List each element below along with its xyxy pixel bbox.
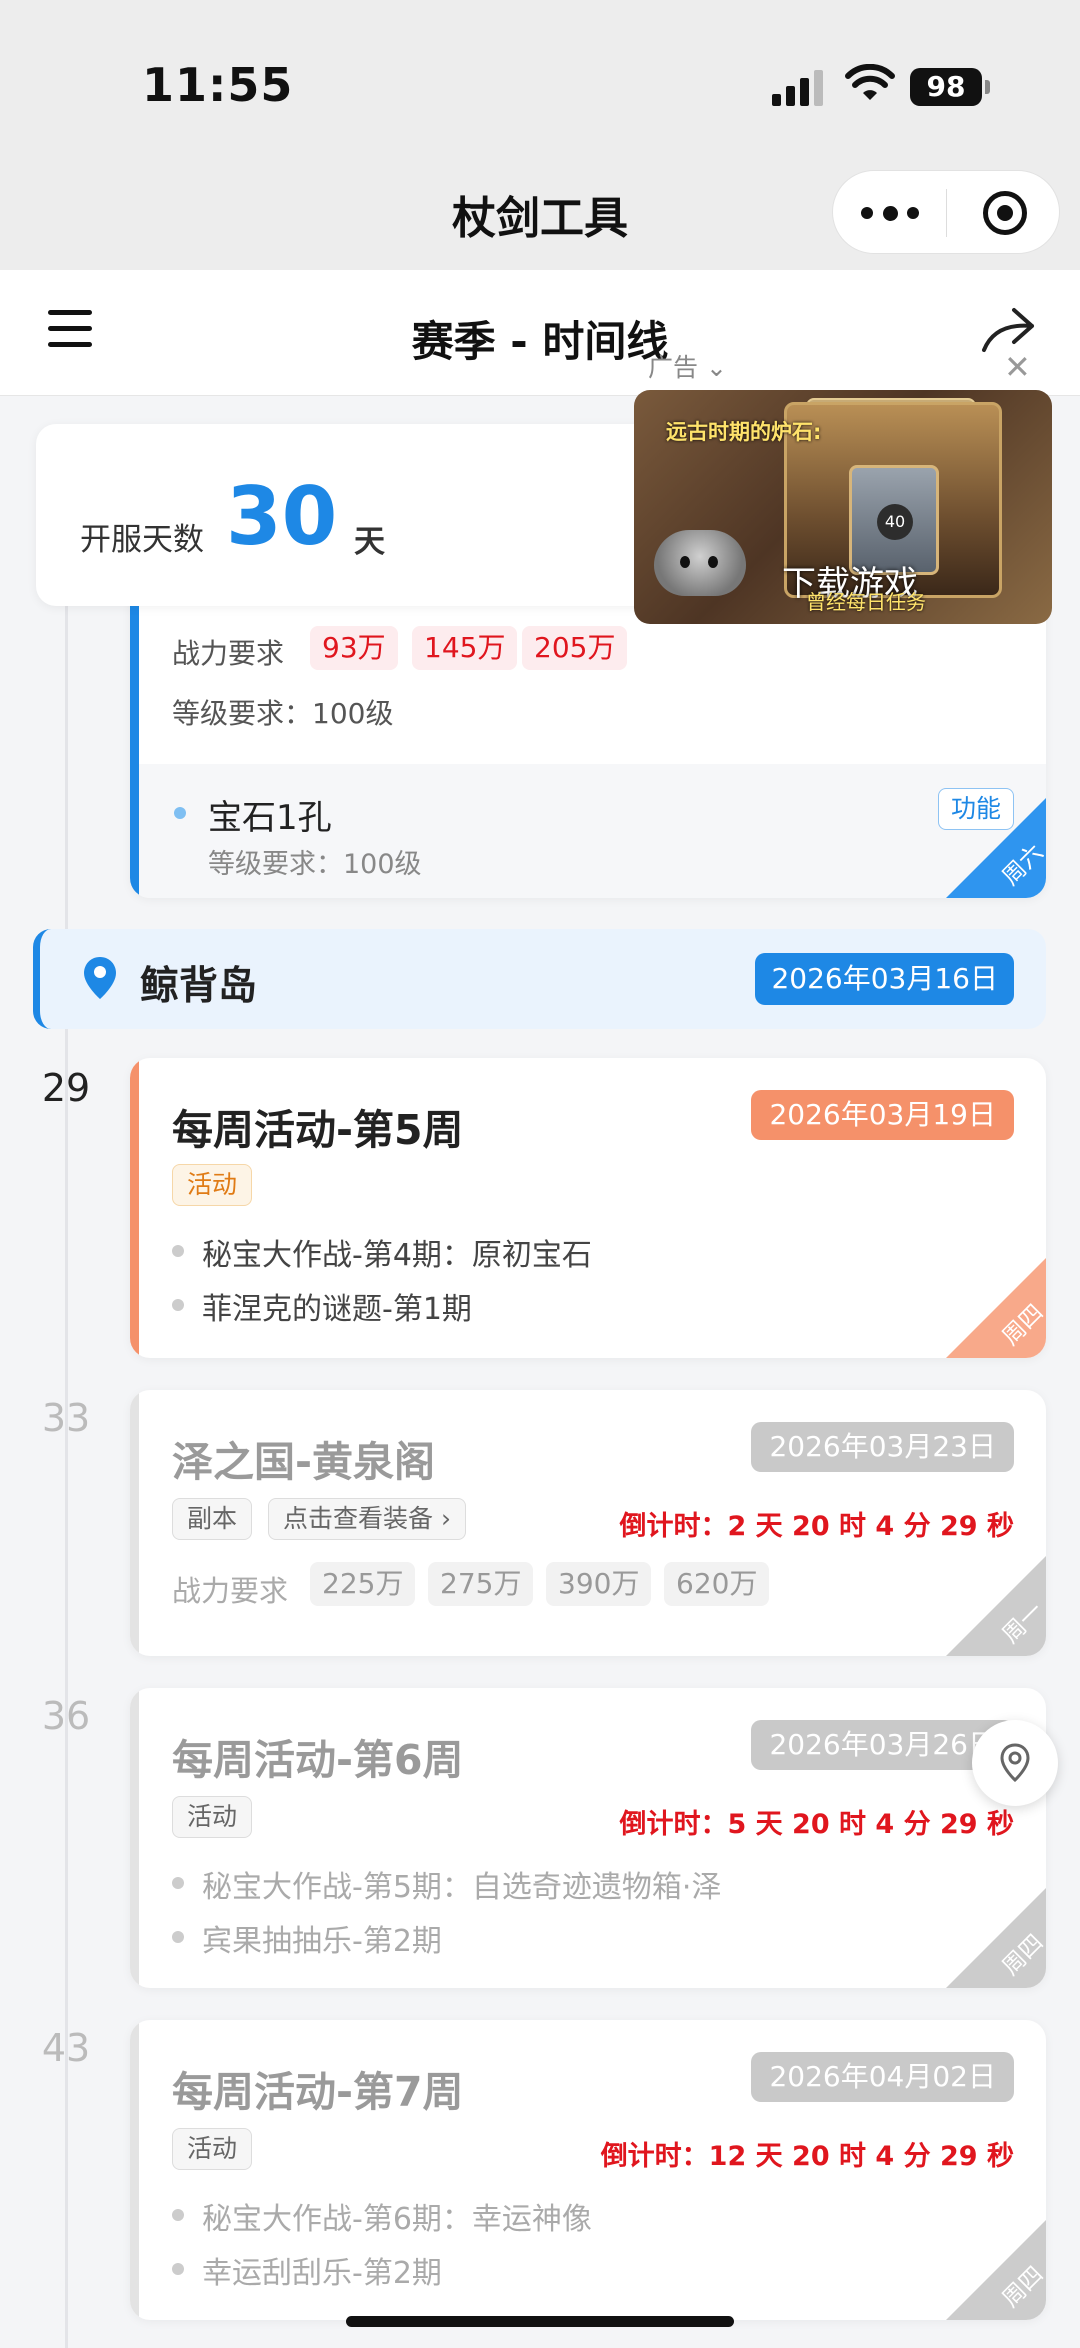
timeline-card-event[interactable]: 每周活动-第5周 2026年03月19日 活动 秘宝大作战-第4期：原初宝石 菲…: [130, 1058, 1046, 1358]
ad-label[interactable]: 广告 ⌄: [648, 348, 727, 384]
status-time: 11:55: [142, 58, 294, 112]
more-dots-icon[interactable]: [861, 206, 921, 221]
locate-button[interactable]: [972, 1720, 1058, 1806]
power-chip: 93万: [310, 626, 398, 670]
weekday-corner: 周四: [942, 1254, 1046, 1358]
cellular-signal-icon: [772, 70, 824, 106]
event-type-tag: 活动: [172, 1796, 253, 1838]
event-date: 2026年03月23日: [751, 1422, 1014, 1472]
weekday-corner: 周一: [942, 1552, 1046, 1656]
close-miniprogram-icon[interactable]: [983, 191, 1027, 235]
ad-close-icon[interactable]: ✕: [1004, 348, 1031, 386]
day-number: 36: [41, 1694, 91, 1738]
power-requirement-label: 战力要求: [172, 637, 285, 670]
day-number: 43: [41, 2026, 91, 2070]
event-date: 2026年04月02日: [751, 2052, 1014, 2102]
home-indicator[interactable]: [346, 2316, 734, 2327]
event-type-tag: 活动: [172, 2128, 253, 2170]
card-accent-bar: [130, 1058, 139, 1358]
event-item: 菲涅克的谜题-第1期: [172, 1284, 472, 1328]
location-date: 2026年03月16日: [755, 953, 1014, 1005]
weekday-corner: 周四: [942, 2216, 1046, 2320]
power-chip: 390万: [546, 1562, 652, 1606]
event-item: 宾果抽抽乐-第2期: [172, 1916, 442, 1960]
timeline-line: [65, 600, 68, 2348]
event-item: 秘宝大作战-第4期：原初宝石: [172, 1230, 592, 1274]
weekday-corner: 周六: [942, 794, 1046, 898]
battery-icon: 98: [910, 68, 990, 106]
timeline-card-dungeon[interactable]: 泽之国-黄泉阁 2026年03月23日 副本 点击查看装备 › 倒计时：2 天 …: [130, 1390, 1046, 1656]
ad-hamster-image: [654, 530, 746, 596]
location-name: 鲸背岛: [140, 964, 258, 1009]
location-pin-icon: [1000, 1743, 1030, 1783]
server-days-value: 30: [226, 470, 338, 563]
view-equipment-link[interactable]: 点击查看装备 ›: [268, 1498, 466, 1540]
card-accent-bar: [130, 2020, 139, 2320]
card-accent-bar: [130, 600, 139, 898]
miniprogram-nav-bar: 杖剑工具: [0, 150, 1080, 270]
share-icon[interactable]: [980, 306, 1036, 354]
page-header: 赛季 - 时间线: [0, 270, 1080, 396]
timeline-card-event[interactable]: 每周活动-第6周 2026年03月26日 活动 倒计时：5 天 20 时 4 分…: [130, 1688, 1046, 1988]
day-number: 33: [41, 1396, 91, 1440]
event-title: 每周活动-第6周: [172, 1736, 464, 1784]
event-type-tag: 活动: [172, 1164, 253, 1206]
event-type-tag: 副本: [172, 1498, 253, 1540]
countdown-text: 倒计时：12 天 20 时 4 分 29 秒: [600, 2141, 1014, 2172]
power-chip: 145万: [412, 626, 518, 670]
page-title: 赛季 - 时间线: [411, 317, 669, 366]
power-chip: 225万: [310, 1562, 416, 1606]
power-chip: 620万: [664, 1562, 770, 1606]
miniprogram-capsule: [832, 170, 1060, 254]
server-days-label: 开服天数: [80, 522, 204, 558]
countdown-text: 倒计时：2 天 20 时 4 分 29 秒: [619, 1511, 1014, 1542]
ad-coin: 40: [877, 504, 913, 540]
event-title: 每周活动-第7周: [172, 2068, 464, 2116]
power-chip: 205万: [522, 626, 628, 670]
feature-level: 等级要求：100级: [208, 849, 422, 880]
timeline-card-equipment[interactable]: 战力要求 93万 145万 205万 等级要求：100级 宝石1孔 等级要求：1…: [130, 600, 1046, 898]
weekday-corner: 周四: [942, 1884, 1046, 1988]
event-title: 泽之国-黄泉阁: [172, 1438, 436, 1486]
feature-title: 宝石1孔: [208, 798, 332, 838]
card-accent-bar: [130, 1390, 139, 1656]
event-date: 2026年03月19日: [751, 1090, 1014, 1140]
ad-banner[interactable]: 40 远古时期的炉石: 下载游戏 曾经每日任务: [634, 390, 1052, 624]
ad-headline: 远古时期的炉石:: [666, 420, 822, 444]
event-title: 每周活动-第5周: [172, 1106, 464, 1154]
event-item: 秘宝大作战-第5期：自选奇迹遗物箱·泽: [172, 1862, 721, 1906]
ad-subcta: 曾经每日任务: [806, 590, 926, 614]
event-item: 幸运刮刮乐-第2期: [172, 2248, 442, 2292]
day-number: 29: [41, 1066, 91, 1110]
timeline-card-event[interactable]: 每周活动-第7周 2026年04月02日 活动 倒计时：12 天 20 时 4 …: [130, 2020, 1046, 2320]
power-requirement-label: 战力要求: [172, 1574, 289, 1608]
server-days-unit: 天: [354, 524, 385, 560]
wifi-icon: [845, 64, 895, 100]
card-accent-bar: [130, 1688, 139, 1988]
level-requirement: 等级要求：100级: [172, 697, 394, 730]
bullet-dot: [174, 807, 186, 819]
location-pin-icon: [84, 957, 116, 999]
location-header[interactable]: 鲸背岛 2026年03月16日: [33, 929, 1046, 1029]
countdown-text: 倒计时：5 天 20 时 4 分 29 秒: [619, 1809, 1014, 1840]
power-chip: 275万: [428, 1562, 534, 1606]
capsule-divider: [946, 189, 947, 237]
event-item: 秘宝大作战-第6期：幸运神像: [172, 2194, 592, 2238]
status-bar: 11:55 98: [0, 0, 1080, 150]
